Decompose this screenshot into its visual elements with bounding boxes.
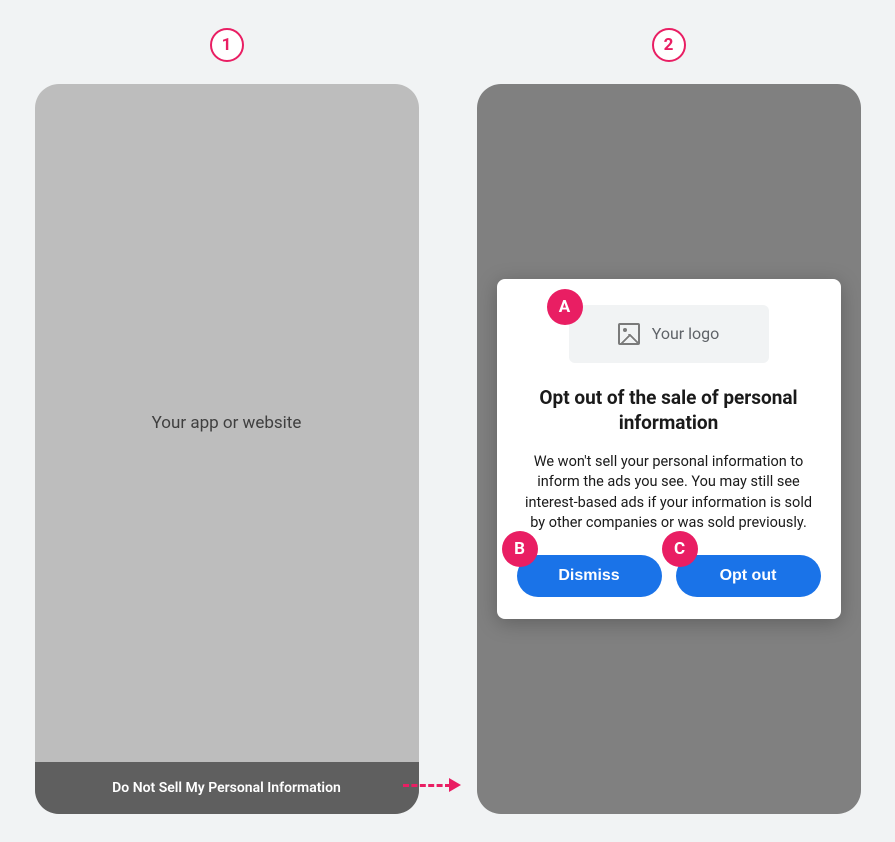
app-placeholder-text: Your app or website bbox=[152, 413, 302, 433]
device-frame-2: A Your logo Opt out of the sale of perso… bbox=[477, 84, 861, 814]
dialog-title: Opt out of the sale of personal informat… bbox=[517, 385, 821, 436]
opt-out-button[interactable]: Opt out bbox=[676, 555, 821, 597]
flow-arrow bbox=[403, 778, 461, 792]
marker-a: A bbox=[547, 289, 583, 325]
step-2-column: 2 A Your logo Opt out of the sale of per… bbox=[477, 28, 861, 814]
marker-b: B bbox=[502, 531, 538, 567]
step-1-badge: 1 bbox=[210, 28, 244, 62]
image-placeholder-icon bbox=[618, 323, 640, 345]
arrow-head-icon bbox=[449, 778, 461, 792]
marker-c: C bbox=[662, 531, 698, 567]
arrow-line bbox=[403, 784, 451, 787]
logo-placeholder-text: Your logo bbox=[652, 324, 720, 343]
app-body-placeholder: Your app or website bbox=[35, 84, 419, 762]
dialog-body-text: We won't sell your personal information … bbox=[517, 452, 821, 533]
footer-bar: Do Not Sell My Personal Information bbox=[35, 762, 419, 814]
logo-placeholder-box: Your logo bbox=[569, 305, 769, 363]
device-frame-1: Your app or website Do Not Sell My Perso… bbox=[35, 84, 419, 814]
do-not-sell-link[interactable]: Do Not Sell My Personal Information bbox=[112, 780, 341, 796]
step-2-badge: 2 bbox=[652, 28, 686, 62]
dismiss-button[interactable]: Dismiss bbox=[517, 555, 662, 597]
diagram-container: 1 Your app or website Do Not Sell My Per… bbox=[0, 0, 895, 842]
opt-out-dialog: A Your logo Opt out of the sale of perso… bbox=[497, 279, 841, 619]
step-1-column: 1 Your app or website Do Not Sell My Per… bbox=[35, 28, 419, 814]
